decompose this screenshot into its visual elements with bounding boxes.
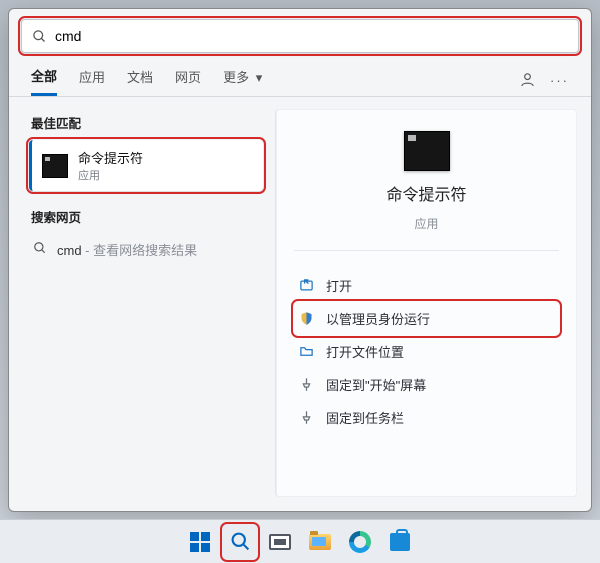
search-icon [32, 29, 47, 44]
microsoft-store-button[interactable] [383, 525, 417, 559]
edge-icon [349, 531, 371, 553]
best-match-title: 命令提示符 [78, 148, 143, 167]
chevron-down-icon: ▾ [256, 70, 263, 85]
best-match-item[interactable]: 命令提示符 应用 [29, 140, 263, 191]
tab-apps[interactable]: 应用 [79, 67, 105, 94]
action-pin-to-start-label: 固定到"开始"屏幕 [326, 375, 426, 394]
action-open-label: 打开 [326, 276, 352, 295]
action-pin-to-taskbar[interactable]: 固定到任务栏 [294, 401, 559, 434]
folder-icon [309, 534, 331, 550]
web-search-term: cmd [57, 243, 82, 258]
edge-button[interactable] [343, 525, 377, 559]
task-view-button[interactable] [263, 525, 297, 559]
best-match-text: 命令提示符 应用 [78, 148, 143, 183]
folder-icon [298, 344, 314, 360]
search-bar[interactable] [21, 19, 579, 53]
action-run-as-admin[interactable]: 以管理员身份运行 [294, 302, 559, 335]
windows-logo-icon [190, 532, 210, 552]
open-icon [298, 278, 314, 294]
tabs-row: 全部 应用 文档 网页 更多 ▾ ··· [9, 59, 591, 97]
action-pin-to-taskbar-label: 固定到任务栏 [326, 408, 404, 427]
tab-documents[interactable]: 文档 [127, 67, 153, 94]
start-button[interactable] [183, 525, 217, 559]
desktop: 全部 应用 文档 网页 更多 ▾ ··· 最佳匹配 [0, 0, 600, 563]
task-view-icon [269, 534, 291, 550]
section-search-web: 搜索网页 [31, 207, 263, 226]
tab-web[interactable]: 网页 [175, 67, 201, 94]
cmd-icon [404, 131, 450, 171]
action-open-file-location[interactable]: 打开文件位置 [294, 335, 559, 368]
best-match-subtitle: 应用 [78, 167, 143, 183]
action-open[interactable]: 打开 [294, 269, 559, 302]
windows-search-window: 全部 应用 文档 网页 更多 ▾ ··· 最佳匹配 [8, 8, 592, 512]
search-input[interactable] [55, 28, 568, 44]
pin-icon [298, 410, 314, 426]
detail-pane: 命令提示符 应用 打开 以管理员身份运行 [275, 109, 577, 497]
tab-more-label: 更多 [223, 70, 249, 85]
section-best-match: 最佳匹配 [31, 113, 263, 132]
shield-icon [298, 311, 314, 327]
taskbar [0, 519, 600, 563]
tab-all[interactable]: 全部 [31, 66, 57, 96]
store-icon [390, 533, 410, 551]
tab-more[interactable]: 更多 ▾ [223, 67, 262, 94]
search-icon [230, 531, 251, 552]
action-run-as-admin-label: 以管理员身份运行 [326, 309, 430, 328]
web-search-suffix: - 查看网络搜索结果 [82, 243, 198, 258]
web-search-item[interactable]: cmd - 查看网络搜索结果 [29, 234, 263, 265]
search-icon [33, 241, 47, 258]
detail-subtitle: 应用 [414, 215, 438, 232]
action-pin-to-start[interactable]: 固定到"开始"屏幕 [294, 368, 559, 401]
search-bar-container [9, 9, 591, 59]
cmd-icon [42, 154, 68, 178]
more-icon[interactable]: ··· [550, 73, 569, 88]
results-left-column: 最佳匹配 命令提示符 应用 搜索网页 cmd - 查看网络搜索结果 [9, 97, 269, 511]
taskbar-search-button[interactable] [223, 525, 257, 559]
detail-actions: 打开 以管理员身份运行 打开文件位置 [294, 269, 559, 434]
action-open-file-location-label: 打开文件位置 [326, 342, 404, 361]
file-explorer-button[interactable] [303, 525, 337, 559]
detail-title: 命令提示符 [386, 181, 466, 205]
pin-icon [298, 377, 314, 393]
account-icon[interactable] [519, 71, 536, 91]
